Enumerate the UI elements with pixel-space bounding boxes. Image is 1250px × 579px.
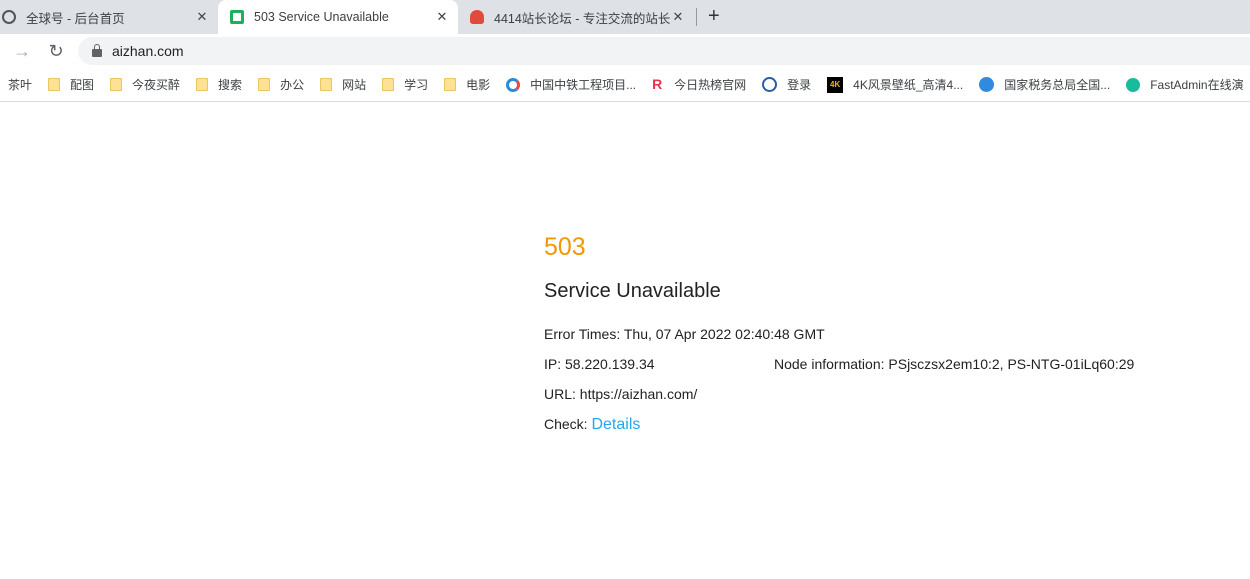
crop-green-icon [230,10,244,24]
s-logo-icon [506,77,521,92]
details-link[interactable]: Details [591,416,640,433]
bookmark-4k[interactable]: 4K 4K风景壁纸_高清4... [827,76,963,93]
toolbar: → ↻ aizhan.com [0,34,1250,68]
bookmark-folder[interactable]: 办公 [258,76,304,93]
error-url: URL: https://aizhan.com/ [544,386,698,402]
bookmark-folder[interactable]: 搜索 [196,76,242,93]
globe-icon [2,10,16,24]
folder-icon [196,78,209,91]
4k-logo-icon: 4K [827,76,844,93]
ip-address: IP: 58.220.139.34 [544,356,655,372]
error-title: Service Unavailable [544,280,721,302]
reload-button[interactable]: ↻ [44,41,68,62]
r-logo-icon: R [652,76,663,92]
bookmark-tax[interactable]: 国家税务总局全国... [979,76,1110,93]
check-label: Check: [544,416,592,432]
folder-icon [110,78,123,91]
error-code: 503 [544,233,586,261]
address-bar[interactable]: aizhan.com [78,37,1250,65]
bookmark-login[interactable]: 登录 [762,76,811,93]
new-tab-button[interactable]: + [708,5,720,28]
bookmark-folder[interactable]: 网站 [320,76,366,93]
address-text[interactable]: aizhan.com [112,43,184,59]
bookmark-crec[interactable]: 中国中铁工程项目... [506,76,636,93]
lock-icon[interactable] [92,43,102,57]
bookmark-folder[interactable]: 电影 [444,76,490,93]
bookmark-folder[interactable]: 学习 [382,76,428,93]
close-tab-icon[interactable]: ✕ [670,9,686,25]
folder-icon [258,78,271,91]
tab-separator [696,8,697,26]
tab-bar: 全球号 - 后台首页 ✕ 503 Service Unavailable ✕ 4… [0,0,1250,34]
close-tab-icon[interactable]: ✕ [194,9,210,25]
tab-503[interactable]: 503 Service Unavailable ✕ [218,0,458,34]
folder-icon [320,78,333,91]
node-information: Node information: PSjsczsx2em10:2, PS-NT… [774,356,1135,372]
bookmarks-bar: 茶叶 配图 今夜买醉 搜索 办公 网站 学习 电影 中国中铁工程项目... R今… [0,68,1250,102]
bookmark-chaye[interactable]: 茶叶 [8,76,32,93]
folder-icon [444,78,457,91]
fastadmin-icon [1126,77,1141,92]
search-logo-icon [979,77,995,92]
close-tab-icon[interactable]: ✕ [434,9,450,25]
bookmark-folder[interactable]: 今夜买醉 [110,76,180,93]
bookmark-tophub[interactable]: R 今日热榜官网 [652,76,746,93]
forward-button[interactable]: → [10,41,34,62]
error-page: 503 Service Unavailable Error Times: Thu… [544,233,1134,439]
folder-icon [48,78,61,91]
globe-logo-icon [762,77,778,92]
error-times: Error Times: Thu, 07 Apr 2022 02:40:48 G… [544,326,825,342]
tab-quanqiuhao[interactable]: 全球号 - 后台首页 ✕ [0,0,218,34]
bookmark-fastadmin[interactable]: FastAdmin在线演 [1126,76,1244,93]
mushroom-icon [470,10,484,24]
tab-4414[interactable]: 4414站长论坛 - 专注交流的站长论坛 ✕ [458,0,694,34]
bookmark-folder[interactable]: 配图 [48,76,94,93]
folder-icon [382,78,395,91]
